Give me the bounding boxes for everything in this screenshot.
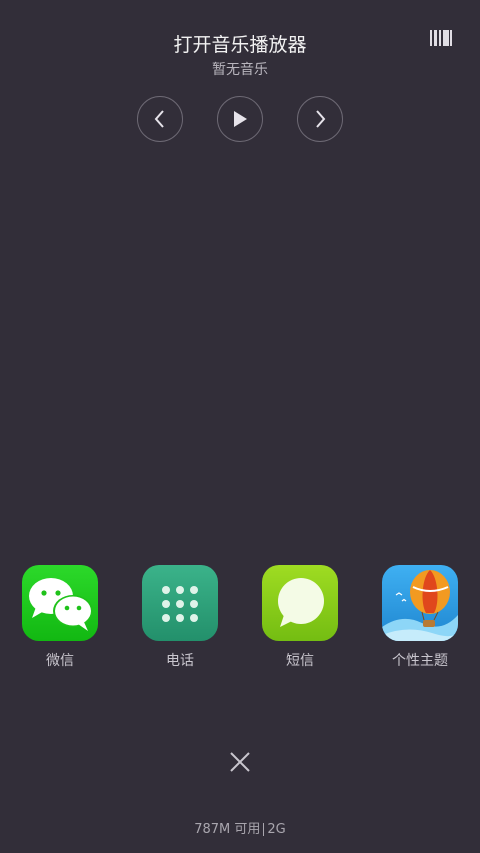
dialpad-icon: [142, 565, 218, 641]
clear-all-button[interactable]: [228, 750, 252, 774]
play-button[interactable]: [217, 96, 263, 142]
chevron-right-icon: [316, 110, 326, 128]
app-label: 电话: [166, 653, 194, 669]
play-icon: [234, 111, 247, 127]
app-label: 短信: [286, 653, 314, 669]
memory-status: 787M 可用 2G: [0, 818, 480, 837]
divider: [263, 823, 265, 836]
previous-track-button[interactable]: [137, 96, 183, 142]
memory-total: 2G: [267, 822, 286, 837]
hot-air-balloon-icon: [382, 565, 458, 641]
app-themes[interactable]: 个性主题: [382, 565, 458, 670]
app-phone[interactable]: 电话: [142, 565, 218, 670]
app-messages[interactable]: 短信: [262, 565, 338, 670]
app-label: 微信: [46, 653, 74, 669]
app-label: 个性主题: [392, 653, 448, 669]
app-wechat[interactable]: 微信: [22, 565, 98, 670]
barcode-icon[interactable]: [430, 30, 452, 46]
close-icon: [230, 752, 250, 772]
wechat-icon: [22, 565, 98, 641]
music-title[interactable]: 打开音乐播放器: [0, 30, 480, 57]
music-subtitle: 暂无音乐: [212, 62, 268, 78]
memory-free: 787M 可用: [194, 822, 261, 837]
message-bubble-icon: [262, 565, 338, 641]
next-track-button[interactable]: [297, 96, 343, 142]
chevron-left-icon: [154, 110, 164, 128]
